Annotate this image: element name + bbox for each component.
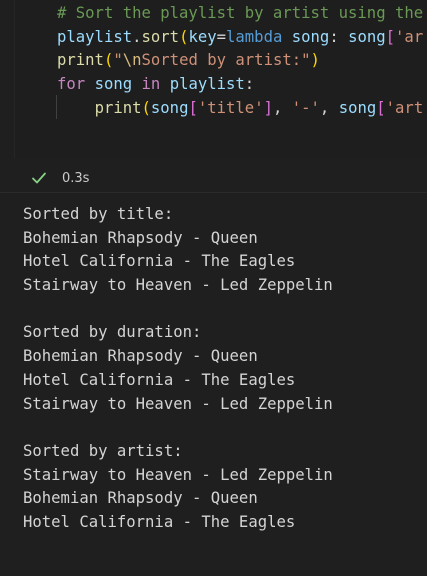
code-token: song xyxy=(150,98,189,117)
check-icon xyxy=(32,172,46,184)
output-line: Stairway to Heaven - Led Zeppelin xyxy=(23,276,333,295)
code-line: for song in playlist: xyxy=(57,73,423,97)
output-line: Bohemian Rhapsody - Queen xyxy=(23,228,258,247)
code-line: print("\nSorted by artist:") xyxy=(57,49,423,73)
code-token: playlist xyxy=(169,75,245,94)
code-line: print(song['title'], '-', song['art xyxy=(57,97,424,121)
code-token: Sorted by artist:" xyxy=(141,51,311,70)
output-line: Hotel California - The Eagles xyxy=(23,370,296,389)
code-token: , xyxy=(272,98,292,117)
code-token: : xyxy=(329,27,349,46)
code-token: " xyxy=(113,51,123,70)
code-token: lambda xyxy=(226,27,283,46)
code-token: 'title' xyxy=(197,98,264,117)
code-token: [ xyxy=(385,27,396,46)
output-line: Stairway to Heaven - Led Zeppelin xyxy=(23,465,333,484)
output-line: Sorted by title: xyxy=(23,205,174,223)
code-token: \n xyxy=(122,51,142,70)
code-token: : xyxy=(244,75,255,94)
output-line: Bohemian Rhapsody - Queen xyxy=(23,489,258,508)
code-token: print xyxy=(94,98,142,117)
code-token: in xyxy=(141,75,161,94)
code-token: sort xyxy=(141,27,180,46)
code-token: = xyxy=(216,27,227,46)
cell-output: Sorted by title: Bohemian Rhapsody - Quee… xyxy=(23,203,333,535)
code-token: # Sort the playlist by artist using the xyxy=(57,4,424,22)
output-line: Bohemian Rhapsody - Queen xyxy=(23,347,258,366)
code-token: key xyxy=(188,27,217,46)
cell-status: 0.3s xyxy=(30,166,89,190)
code-token: , xyxy=(319,98,339,117)
code-token: 'art xyxy=(385,98,424,117)
code-token: song xyxy=(348,27,386,46)
code-token: ) xyxy=(310,51,320,70)
code-token: ( xyxy=(141,98,151,117)
code-token: playlist xyxy=(57,27,133,46)
code-line: playlist.sort(key=lambda song: song['ar xyxy=(57,26,423,50)
code-token: ( xyxy=(103,51,114,70)
code-text[interactable]: # Sort the playlist by artist using the p… xyxy=(57,2,423,120)
output-line: Hotel California - The Eagles xyxy=(23,252,296,271)
code-token: 'ar xyxy=(395,27,424,46)
code-token: song xyxy=(338,98,377,117)
code-line: # Sort the playlist by artist using the xyxy=(57,2,423,26)
output-line: Sorted by artist: xyxy=(23,441,183,460)
notebook-page: # Sort the playlist by artist using the p… xyxy=(0,0,427,576)
code-token: song xyxy=(291,27,330,46)
code-token: [ xyxy=(376,98,386,117)
code-token: song xyxy=(94,75,133,94)
code-token: ] xyxy=(263,98,273,117)
code-token: . xyxy=(132,27,142,46)
code-token: [ xyxy=(188,98,198,117)
output-line: Sorted by duration: xyxy=(23,323,202,342)
cell-gutter xyxy=(0,0,14,192)
code-token: for xyxy=(57,75,86,94)
output-line: Stairway to Heaven - Led Zeppelin xyxy=(23,394,333,413)
code-editor[interactable]: # Sort the playlist by artist using the p… xyxy=(14,0,427,158)
code-cell[interactable]: # Sort the playlist by artist using the p… xyxy=(0,0,427,193)
code-token: print xyxy=(57,51,104,70)
code-token: '-' xyxy=(291,98,320,117)
execution-time: 0.3s xyxy=(62,170,90,186)
output-line: Hotel California - The Eagles xyxy=(23,512,296,531)
